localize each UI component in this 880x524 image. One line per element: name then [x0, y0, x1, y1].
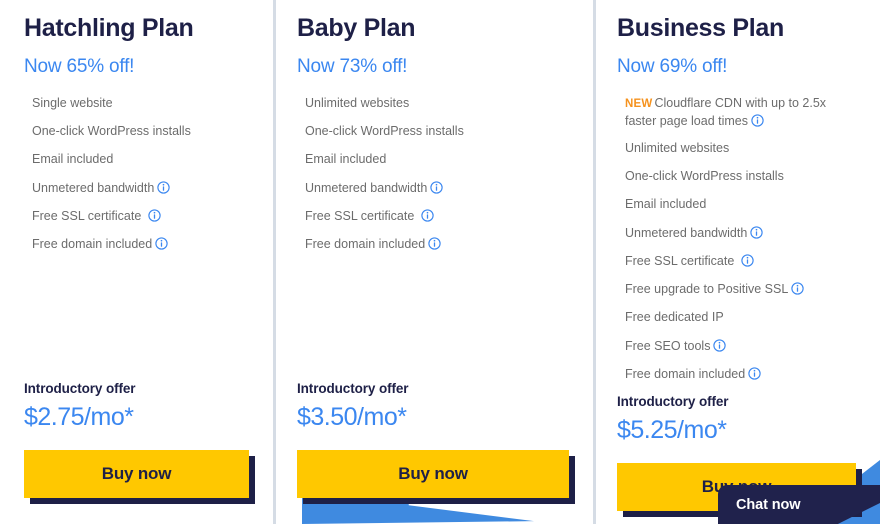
feature-label: Single website: [32, 95, 113, 110]
feature-label: One-click WordPress installs: [32, 124, 191, 138]
info-icon[interactable]: [791, 282, 804, 295]
plan-card-business: Business Plan Now 69% off! NEW Cloudflare…: [593, 0, 880, 524]
feature-item: Free domain included: [305, 236, 569, 253]
feature-item: NEW Cloudflare CDN with up to 2.5x faster…: [625, 95, 856, 130]
buy-now-button[interactable]: Buy now: [24, 450, 249, 498]
info-icon[interactable]: [148, 209, 161, 222]
plan-card-hatchling: Hatchling Plan Now 65% off! Single websi…: [0, 0, 273, 524]
feature-item: Free domain included: [625, 366, 856, 383]
feature-item: Email included: [305, 151, 569, 168]
feature-label: Free dedicated IP: [625, 310, 724, 325]
feature-label: One-click WordPress installs: [625, 169, 784, 184]
feature-label: Free SSL certificate: [625, 253, 738, 268]
plan-price: $2.75/mo*: [24, 403, 134, 431]
feature-item: Unmetered bandwidth: [32, 180, 249, 197]
feature-item: Unmetered bandwidth: [305, 180, 569, 197]
info-icon[interactable]: [713, 338, 727, 352]
buy-button-wrap: Buy now: [24, 450, 249, 498]
feature-label: Email included: [305, 152, 387, 167]
feature-label: Email included: [625, 197, 707, 212]
feature-item: Free SSL certificate: [625, 253, 856, 270]
feature-list: Single website One-click WordPress instal…: [24, 95, 249, 265]
info-icon[interactable]: [155, 237, 168, 250]
plan-title: Hatchling Plan: [24, 14, 194, 42]
feature-label: Unlimited websites: [625, 140, 730, 155]
info-icon[interactable]: [748, 367, 761, 380]
feature-label: Free domain included: [32, 237, 153, 251]
plan-discount: Now 73% off!: [297, 55, 408, 77]
offer-label: Introductory offer: [617, 394, 729, 410]
price-block: Introductory offer $2.75/mo* Buy now: [24, 381, 249, 524]
plan-card-baby: Baby Plan Now 73% off! Unlimited website…: [273, 0, 593, 524]
feature-item: Single website: [32, 95, 249, 112]
feature-label: One-click WordPress installs: [305, 124, 464, 138]
plan-price: $5.25/mo*: [617, 416, 727, 445]
info-icon[interactable]: [751, 113, 764, 127]
feature-item: Free SSL certificate: [32, 208, 249, 225]
feature-item: One-click WordPress installs: [32, 123, 249, 140]
plan-discount: Now 69% off!: [617, 55, 728, 77]
feature-list: Unlimited websites One-click WordPress in…: [297, 95, 569, 265]
feature-item: One-click WordPress installs: [305, 123, 569, 140]
feature-item: Free SEO tools: [625, 338, 856, 355]
feature-label: Unmetered bandwidth: [305, 180, 428, 195]
info-icon[interactable]: [421, 209, 434, 222]
feature-label: Unmetered bandwidth: [32, 180, 155, 195]
feature-label: Free SEO tools: [625, 338, 711, 353]
new-badge: NEW: [625, 97, 653, 110]
feature-item: Free SSL certificate: [305, 208, 569, 225]
buy-button-wrap: Buy now: [297, 450, 569, 498]
feature-item: Unlimited websites: [305, 95, 569, 112]
feature-item: One-click WordPress installs: [625, 168, 856, 185]
offer-label: Introductory offer: [24, 381, 136, 396]
feature-item: Free upgrade to Positive SSL: [625, 281, 856, 298]
plan-title: Baby Plan: [297, 14, 416, 42]
info-icon[interactable]: [741, 254, 754, 267]
plan-discount: Now 65% off!: [24, 55, 135, 77]
feature-label: Free upgrade to Positive SSL: [625, 282, 789, 297]
feature-item: Unlimited websites: [625, 140, 856, 157]
info-icon[interactable]: [750, 225, 763, 239]
offer-label: Introductory offer: [297, 381, 409, 396]
price-block: Introductory offer $3.50/mo* Buy now: [297, 381, 569, 524]
feature-item: Free dedicated IP: [625, 309, 856, 326]
plan-price: $3.50/mo*: [297, 403, 407, 431]
feature-label: Cloudflare CDN with up to 2.5x faster pa…: [625, 95, 827, 128]
buy-now-button[interactable]: Buy now: [297, 450, 569, 498]
pricing-page: Hatchling Plan Now 65% off! Single websi…: [0, 0, 880, 524]
feature-label: Free SSL certificate: [305, 208, 418, 223]
feature-list: NEW Cloudflare CDN with up to 2.5x faster…: [617, 95, 856, 394]
info-icon[interactable]: [157, 180, 170, 194]
feature-item: Email included: [32, 151, 249, 168]
feature-item: Unmetered bandwidth: [625, 225, 856, 242]
feature-label: Free domain included: [625, 366, 746, 381]
feature-label: Unlimited websites: [305, 95, 410, 110]
feature-label: Unmetered bandwidth: [625, 225, 748, 240]
chat-now-label: Chat now: [736, 496, 801, 513]
plan-columns: Hatchling Plan Now 65% off! Single websi…: [0, 0, 880, 524]
feature-label: Email included: [32, 152, 114, 167]
info-icon[interactable]: [428, 237, 441, 250]
feature-label: Free SSL certificate: [32, 208, 145, 223]
feature-item: Email included: [625, 196, 856, 213]
info-icon[interactable]: [430, 180, 443, 194]
plan-title: Business Plan: [617, 14, 784, 42]
feature-label: Free domain included: [305, 237, 426, 251]
feature-item: Free domain included: [32, 236, 249, 253]
